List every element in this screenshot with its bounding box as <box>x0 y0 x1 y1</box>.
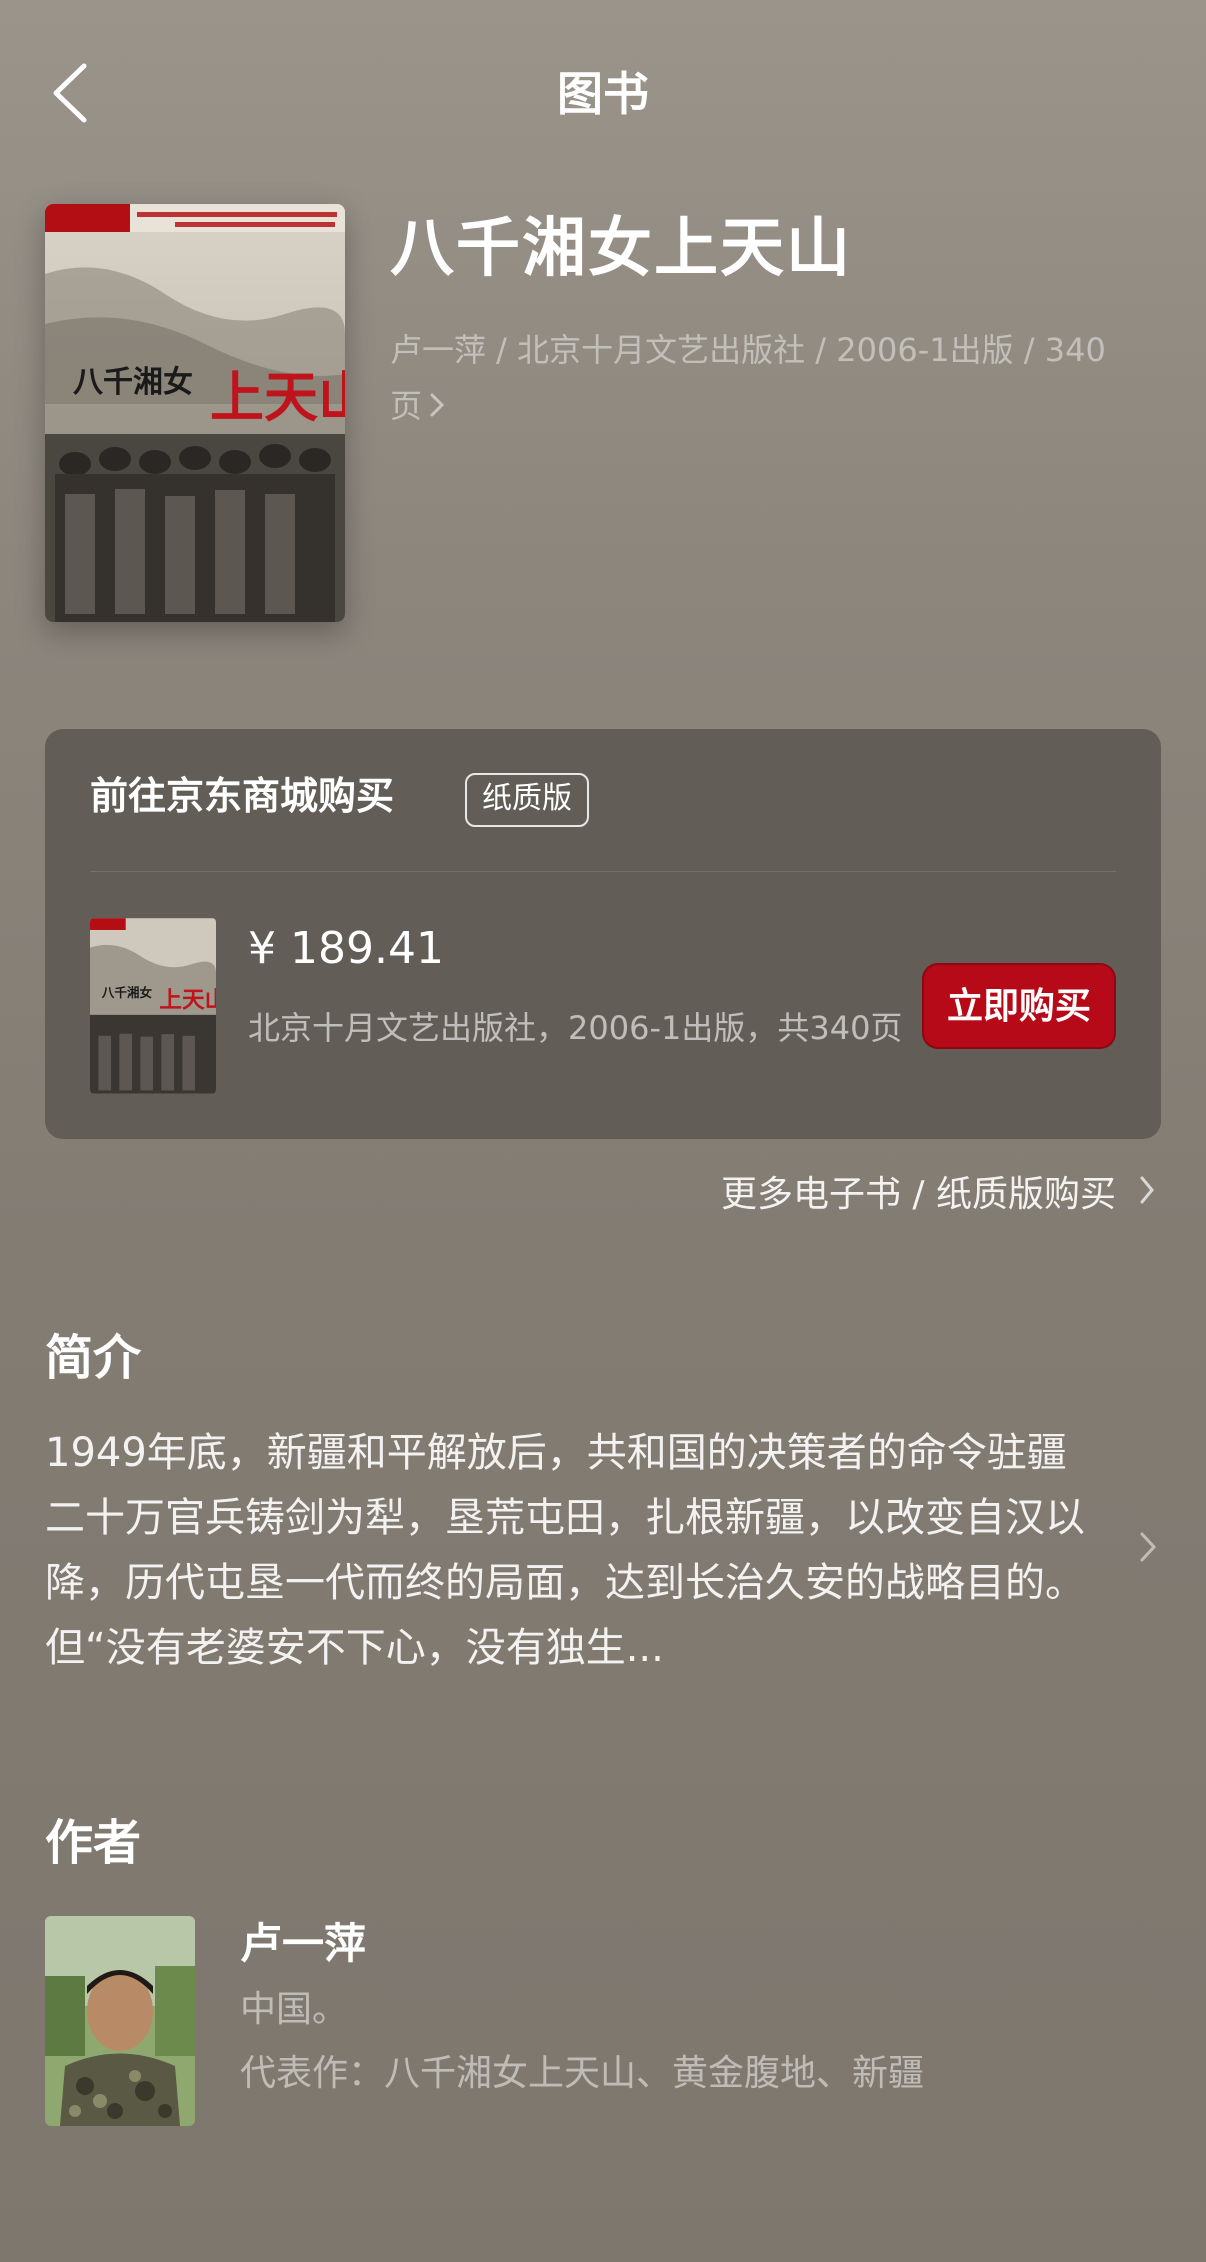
book-meta[interactable]: 卢一萍 / 北京十月文艺出版社 / 2006-1出版 / 340 页 <box>390 322 1130 436</box>
book-title: 八千湘女上天山 <box>390 212 852 286</box>
chevron-right-icon[interactable] <box>1138 1530 1158 1568</box>
author-origin: 中国。 <box>240 1989 349 2030</box>
more-purchase-label: 更多电子书 / 纸质版购买 <box>720 1174 1116 1215</box>
purchase-title: 前往京东商城购买 <box>90 774 395 818</box>
book-thumbnail: 八千湘女 上天山 <box>90 918 216 1094</box>
intro-heading: 简介 <box>45 1330 142 1386</box>
edition-badge: 纸质版 <box>465 773 589 827</box>
divider <box>90 871 1116 872</box>
author-avatar[interactable] <box>45 1916 195 2126</box>
author-heading: 作者 <box>45 1815 142 1871</box>
book-cover-image: 八千湘女 上天山 <box>45 204 345 622</box>
edition-info: 北京十月文艺出版社，2006-1出版，共340页 <box>248 1009 903 1047</box>
intro-text[interactable]: 1949年底，新疆和平解放后，共和国的决策者的命令驻疆二十万官兵铸剑为犁，垦荒屯… <box>45 1421 1105 1681</box>
svg-text:八千湘女: 八千湘女 <box>101 985 153 1000</box>
book-cover[interactable]: 八千湘女 上天山 <box>45 204 345 622</box>
price: ¥ 189.41 <box>248 923 444 974</box>
svg-text:上天山: 上天山 <box>159 987 216 1013</box>
chevron-right-icon <box>428 380 446 436</box>
book-meta-text: 卢一萍 / 北京十月文艺出版社 / 2006-1出版 / 340 页 <box>390 331 1106 425</box>
purchase-card: 前往京东商城购买 纸质版 八千湘女 上天山 ¥ 189.41 北京十月文艺出版社… <box>45 729 1161 1139</box>
intro-body: 1949年底，新疆和平解放后，共和国的决策者的命令驻疆二十万官兵铸剑为犁，垦荒屯… <box>45 1430 1085 1671</box>
author-works: 代表作：八千湘女上天山、黄金腹地、新疆 <box>240 2053 925 2094</box>
chevron-right-icon <box>1138 1168 1156 1222</box>
author-name[interactable]: 卢一萍 <box>240 1914 366 1974</box>
more-purchase-link[interactable]: 更多电子书 / 纸质版购买 <box>721 1168 1156 1222</box>
page-title: 图书 <box>557 67 649 121</box>
buy-now-button[interactable]: 立即购买 <box>922 963 1116 1049</box>
svg-text:上天山: 上天山 <box>210 365 345 429</box>
cover-title-text: 八千湘女 <box>73 365 193 400</box>
